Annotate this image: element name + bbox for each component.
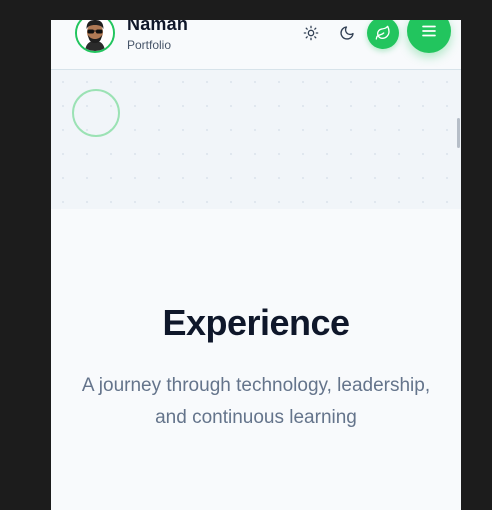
site-header: Naman Portfolio [51,20,461,70]
dark-theme-button[interactable] [336,22,358,44]
decorative-ring [72,89,120,137]
scrollbar-thumb[interactable] [457,118,460,148]
avatar-image [77,20,113,51]
moon-icon [340,26,354,40]
hero-background [51,70,461,209]
light-theme-button[interactable] [300,22,322,44]
menu-icon [422,25,436,37]
brand-name[interactable]: Naman [127,20,188,35]
leaf-icon [375,25,390,40]
avatar[interactable] [75,20,115,53]
menu-button[interactable] [407,20,451,53]
sun-icon [303,25,319,41]
section-title: Experience [162,302,350,343]
green-theme-button[interactable] [367,20,399,49]
section-subtitle: A journey through technology, leadership… [81,375,431,428]
app-viewport: Naman Portfolio Experience A journey thr… [51,20,461,510]
brand-subtitle: Portfolio [127,38,172,52]
